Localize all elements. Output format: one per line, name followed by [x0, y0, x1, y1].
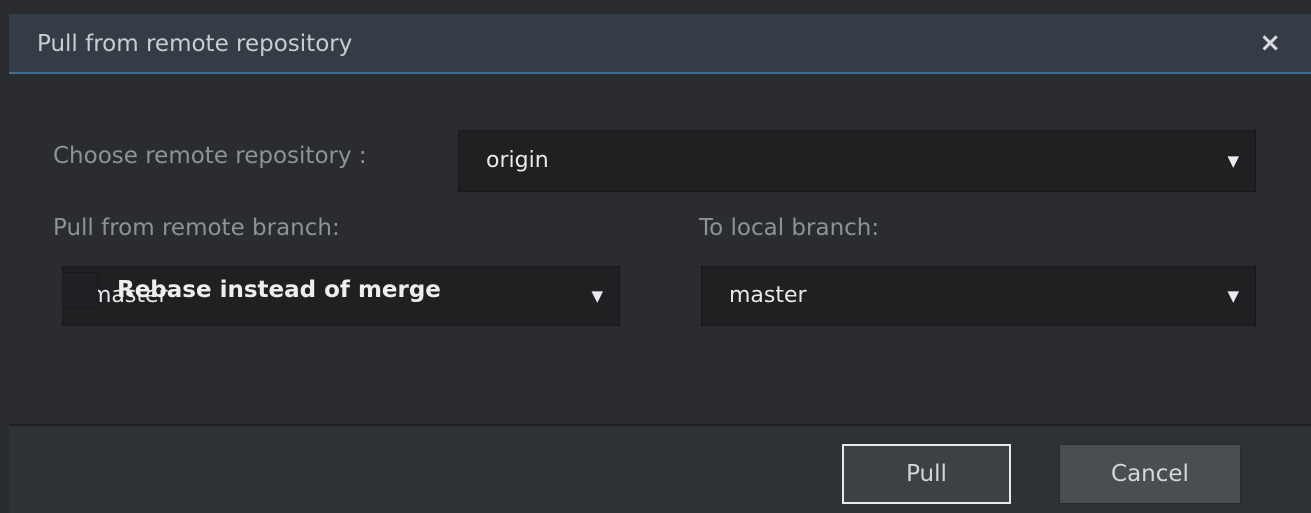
caret-down-icon: ▼	[1227, 152, 1239, 170]
caret-down-icon: ▼	[1227, 287, 1239, 305]
remote-repository-select[interactable]: origin ▼	[458, 130, 1256, 192]
remote-repository-label: Choose remote repository :	[53, 143, 367, 169]
caret-down-icon: ▼	[591, 287, 603, 305]
local-branch-select[interactable]: master ▼	[701, 266, 1256, 326]
dialog-footer: Pull Cancel	[9, 424, 1311, 513]
cancel-button-label: Cancel	[1111, 461, 1189, 487]
pull-dialog: Pull from remote repository × Choose rem…	[0, 0, 1311, 513]
dialog-body: Choose remote repository : origin ▼ Pull…	[9, 74, 1311, 424]
rebase-checkbox[interactable]	[62, 272, 98, 308]
pull-button[interactable]: Pull	[842, 444, 1011, 504]
remote-repository-value: origin	[486, 148, 549, 173]
dialog-title: Pull from remote repository	[37, 31, 353, 57]
local-branch-value: master	[729, 283, 807, 308]
close-icon[interactable]: ×	[1259, 28, 1281, 58]
remote-branch-label: Pull from remote branch:	[53, 215, 340, 241]
pull-button-label: Pull	[906, 461, 947, 487]
dialog-titlebar: Pull from remote repository ×	[9, 14, 1311, 74]
rebase-checkbox-label[interactable]: Rebase instead of merge	[117, 276, 441, 304]
cancel-button[interactable]: Cancel	[1059, 444, 1241, 504]
local-branch-label: To local branch:	[699, 215, 880, 241]
